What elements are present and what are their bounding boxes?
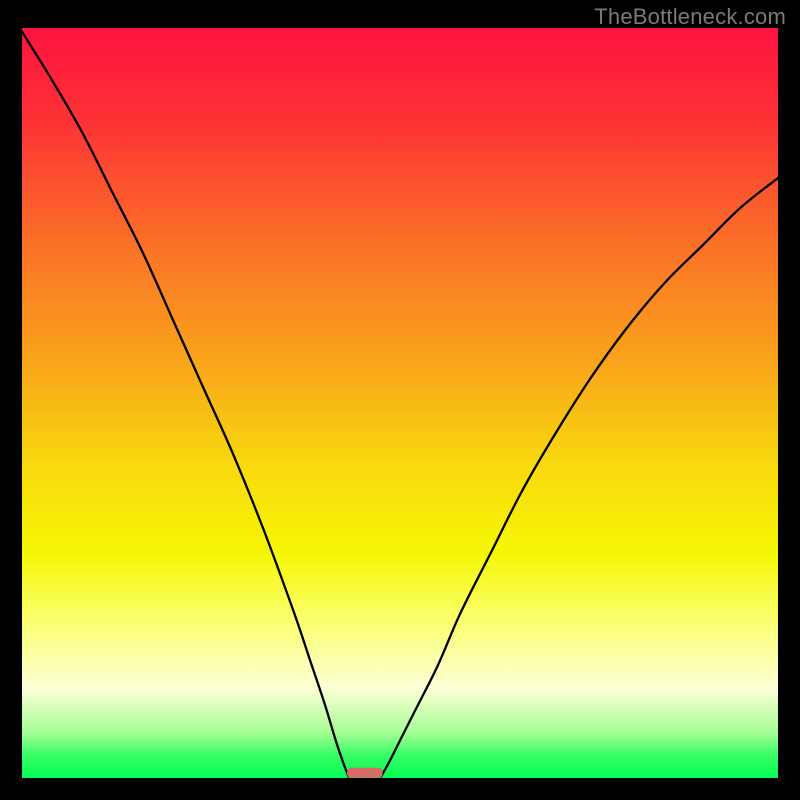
chart-background (22, 28, 778, 778)
chart-plot-area (22, 28, 778, 778)
baseline-marker (347, 768, 383, 778)
chart-svg (22, 28, 778, 778)
watermark-text: TheBottleneck.com (594, 4, 786, 30)
